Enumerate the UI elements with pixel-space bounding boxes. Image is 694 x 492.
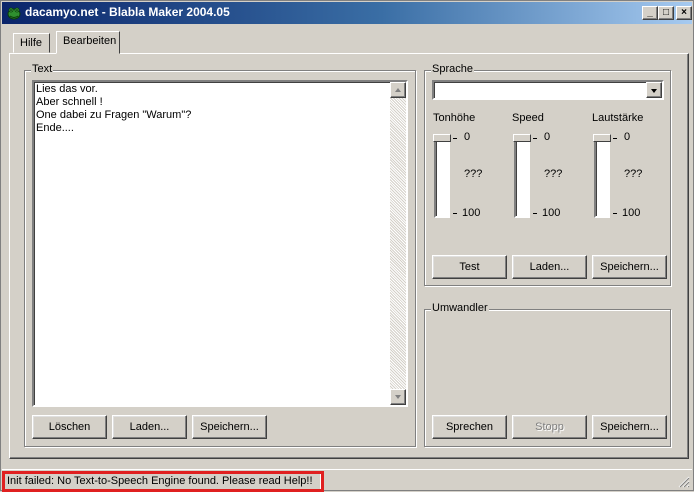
- scroll-down-button[interactable]: [390, 389, 406, 405]
- speed-label: Speed: [512, 112, 544, 124]
- text-line: Lies das vor.: [36, 83, 98, 95]
- pitch-label: Tonhöhe: [433, 112, 476, 124]
- clear-text-button[interactable]: Löschen: [32, 415, 107, 439]
- volume-label: Lautstärke: [592, 112, 644, 124]
- text-group-label: Text: [31, 63, 54, 75]
- save-audio-button[interactable]: Speichern...: [592, 415, 667, 439]
- tab-bearbeiten[interactable]: Bearbeiten: [56, 31, 120, 54]
- save-text-button[interactable]: Speichern...: [192, 415, 267, 439]
- status-bar: Init failed: No Text-to-Speech Engine fo…: [2, 469, 692, 492]
- pitch-value: ???: [464, 168, 483, 180]
- arrow-up-icon: [395, 88, 401, 92]
- close-button[interactable]: ×: [676, 6, 692, 20]
- stop-button[interactable]: Stopp: [512, 415, 587, 439]
- pitch-tick-max: [453, 213, 457, 214]
- window-title: dacamyo.net - Blabla Maker 2004.05: [25, 5, 230, 19]
- title-bar[interactable]: dacamyo.net - Blabla Maker 2004.05 _ □ ×: [2, 2, 692, 24]
- converter-group-label: Umwandler: [431, 302, 489, 314]
- volume-slider-thumb[interactable]: [593, 134, 611, 142]
- resize-grip-icon[interactable]: [678, 476, 690, 488]
- speak-button[interactable]: Sprechen: [432, 415, 507, 439]
- speed-max-label: 100: [542, 207, 561, 219]
- app-window: dacamyo.net - Blabla Maker 2004.05 _ □ ×…: [0, 0, 694, 492]
- speed-tick-max: [533, 213, 537, 214]
- maximize-button[interactable]: □: [658, 6, 674, 20]
- volume-value: ???: [624, 168, 643, 180]
- volume-tick-max: [613, 213, 617, 214]
- language-group-label: Sprache: [431, 63, 474, 75]
- pitch-tick-min: [453, 138, 457, 139]
- text-editor[interactable]: Lies das vor. Aber schnell ! One dabei z…: [32, 80, 408, 407]
- app-frog-icon: [7, 7, 21, 20]
- test-voice-button[interactable]: Test: [432, 255, 507, 279]
- volume-tick-min: [613, 138, 617, 139]
- pitch-max-label: 100: [462, 207, 481, 219]
- text-vertical-scrollbar[interactable]: [390, 82, 406, 405]
- pitch-slider[interactable]: [434, 138, 450, 218]
- volume-max-label: 100: [622, 207, 641, 219]
- status-error-highlight: [2, 471, 324, 492]
- speed-slider-thumb[interactable]: [513, 134, 531, 142]
- minimize-button[interactable]: _: [642, 6, 658, 20]
- tab-bearbeiten-label: Bearbeiten: [63, 35, 117, 47]
- text-line: One dabei zu Fragen "Warum"?: [36, 109, 192, 121]
- speed-value: ???: [544, 168, 563, 180]
- pitch-min-label: 0: [464, 131, 471, 143]
- tab-hilfe-label: Hilfe: [20, 37, 43, 49]
- speed-min-label: 0: [544, 131, 551, 143]
- speed-slider[interactable]: [514, 138, 530, 218]
- text-line: Aber schnell !: [36, 96, 103, 108]
- tab-hilfe[interactable]: Hilfe: [13, 33, 50, 53]
- chevron-down-icon: [651, 89, 657, 93]
- arrow-down-icon: [395, 395, 401, 399]
- speed-tick-min: [533, 138, 537, 139]
- voice-dropdown-button[interactable]: [646, 82, 662, 98]
- volume-min-label: 0: [624, 131, 631, 143]
- load-text-button[interactable]: Laden...: [112, 415, 187, 439]
- load-voice-button[interactable]: Laden...: [512, 255, 587, 279]
- save-voice-button[interactable]: Speichern...: [592, 255, 667, 279]
- text-line: Ende....: [36, 122, 74, 134]
- voice-select[interactable]: [432, 80, 664, 100]
- pitch-slider-thumb[interactable]: [433, 134, 451, 142]
- volume-slider[interactable]: [594, 138, 610, 218]
- scroll-up-button[interactable]: [390, 82, 406, 98]
- text-content: Lies das vor. Aber schnell ! One dabei z…: [36, 83, 191, 135]
